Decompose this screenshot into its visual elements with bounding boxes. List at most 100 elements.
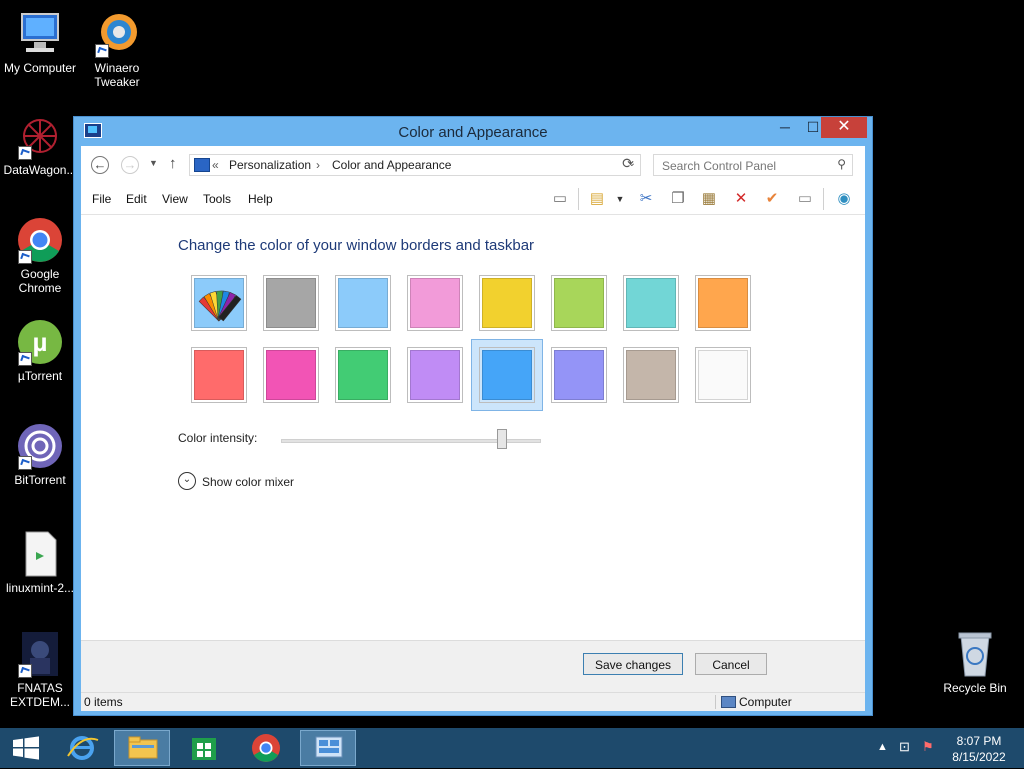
color-swatch[interactable]	[335, 347, 391, 403]
delete-icon[interactable]: ✕	[730, 188, 752, 210]
color-swatch[interactable]	[335, 275, 391, 331]
color-intensity-label: Color intensity:	[178, 431, 258, 445]
desktop-icon-datawagon[interactable]: DataWagon...	[0, 112, 80, 177]
swatch-fill	[698, 350, 748, 400]
color-swatch[interactable]	[263, 347, 319, 403]
menu-view[interactable]: View	[162, 192, 188, 206]
taskbar-chrome[interactable]	[238, 730, 294, 766]
status-separator	[715, 695, 716, 709]
window-titlebar[interactable]: Color and Appearance ─ ☐ ✕	[74, 117, 872, 146]
desktop-icon-label: µTorrent	[17, 369, 63, 383]
swatch-fill	[410, 350, 460, 400]
status-bar: 0 items Computer	[81, 692, 865, 711]
color-swatch[interactable]	[479, 347, 535, 403]
cut-icon[interactable]: ✂	[635, 188, 657, 210]
taskbar-store[interactable]	[176, 730, 232, 766]
swatch-fill	[554, 278, 604, 328]
desktop-icon-google-chrome[interactable]: Google Chrome	[0, 216, 80, 295]
bittorrent-icon	[16, 422, 64, 470]
search-input[interactable]	[660, 156, 834, 176]
desktop-icon-winaero-tweaker[interactable]: Winaero Tweaker	[77, 10, 157, 89]
search-icon[interactable]: ⚲	[837, 157, 846, 171]
search-box: ⚲	[653, 154, 853, 176]
shell-icon[interactable]: ◉	[833, 188, 855, 210]
layout-icon[interactable]: ▭	[549, 188, 571, 210]
breadcrumb[interactable]: « Personalization › Color and Appearance…	[189, 154, 641, 176]
breadcrumb-overflow[interactable]: «	[212, 158, 219, 172]
paste-icon[interactable]: ▦	[698, 188, 720, 210]
desktop-icon-linuxmint[interactable]: linuxmint-2...	[0, 530, 80, 595]
control-panel-icon	[194, 158, 210, 172]
slider-thumb[interactable]	[497, 429, 507, 449]
cancel-button[interactable]: Cancel	[695, 653, 767, 675]
network-icon[interactable]: ⊡	[899, 739, 910, 755]
window-body: ← → ▼ ↑ « Personalization › Color and Ap…	[81, 146, 865, 711]
color-swatch[interactable]	[695, 347, 751, 403]
color-swatch[interactable]	[191, 347, 247, 403]
menu-tools[interactable]: Tools	[203, 192, 231, 206]
fnatas-icon	[16, 630, 64, 678]
color-swatch[interactable]	[695, 275, 751, 331]
content-area: Change the color of your window borders …	[81, 215, 865, 640]
color-swatch-automatic[interactable]	[191, 275, 247, 331]
chevron-down-icon[interactable]: ⌄	[178, 472, 196, 490]
desktop-icon-bittorrent[interactable]: BitTorrent	[0, 422, 80, 487]
back-button[interactable]: ←	[91, 156, 109, 174]
color-swatch[interactable]	[407, 347, 463, 403]
show-color-mixer-link[interactable]: Show color mixer	[202, 475, 294, 489]
folder-icon[interactable]: ▤	[586, 188, 608, 210]
desktop-icon-utorrent[interactable]: µ µTorrent	[0, 318, 80, 383]
show-hidden-icons-button[interactable]: ▲	[877, 741, 888, 753]
menu-edit[interactable]: Edit	[126, 192, 147, 206]
swatch-fill	[266, 350, 316, 400]
computer-icon	[16, 10, 64, 58]
breadcrumb-separator[interactable]: ›	[316, 158, 320, 172]
color-swatch[interactable]	[623, 347, 679, 403]
refresh-button[interactable]: ⟳	[617, 155, 639, 175]
chevron-down-icon[interactable]: ▼	[609, 188, 631, 210]
color-swatch[interactable]	[479, 275, 535, 331]
menu-bar: File Edit View Tools Help ▭ ▤ ▼ ✂ ❐ ▦ ✕ …	[81, 184, 865, 215]
taskbar: ▲ ⊡ ⚑ 8:07 PM 8/15/2022	[0, 728, 1024, 768]
swatch-fill	[554, 350, 604, 400]
breadcrumb-personalization[interactable]: Personalization	[229, 158, 311, 172]
desktop-icon-my-computer[interactable]: My Computer	[0, 10, 80, 75]
clock-time: 8:07 PM	[956, 734, 1002, 748]
taskbar-control-panel[interactable]	[300, 730, 356, 766]
check-icon[interactable]: ✔	[761, 188, 783, 210]
toolbar-separator	[823, 188, 824, 210]
minimize-button[interactable]: ─	[771, 117, 799, 138]
save-changes-button[interactable]: Save changes	[583, 653, 683, 675]
color-swatch[interactable]	[263, 275, 319, 331]
menu-file[interactable]: File	[92, 192, 111, 206]
taskbar-clock[interactable]: 8:07 PM 8/15/2022	[944, 733, 1014, 765]
breadcrumb-color-and-appearance[interactable]: Color and Appearance	[332, 158, 451, 172]
desktop-icon-label: FNATAS EXTDEM...	[9, 681, 70, 709]
toolbar-separator	[578, 188, 579, 210]
page-title: Change the color of your window borders …	[178, 237, 535, 254]
status-location: Computer	[739, 695, 792, 709]
start-button[interactable]	[2, 730, 58, 766]
desktop-icon-recycle-bin[interactable]: Recycle Bin	[935, 630, 1015, 695]
swatch-fill	[266, 278, 316, 328]
forward-button[interactable]: →	[121, 156, 139, 174]
color-swatch[interactable]	[407, 275, 463, 331]
shortcut-arrow-icon	[18, 456, 32, 470]
color-swatch[interactable]	[551, 347, 607, 403]
winaero-icon	[93, 10, 141, 58]
taskbar-internet-explorer[interactable]	[54, 730, 110, 766]
swatch-fill	[626, 278, 676, 328]
recent-locations-button[interactable]: ▼	[149, 158, 158, 168]
file-icon	[16, 530, 64, 578]
properties-icon[interactable]: ▭	[794, 188, 816, 210]
up-button[interactable]: ↑	[169, 155, 177, 172]
action-center-icon[interactable]: ⚑	[922, 739, 934, 755]
close-button[interactable]: ✕	[821, 117, 867, 138]
menu-help[interactable]: Help	[248, 192, 273, 206]
shortcut-arrow-icon	[18, 352, 32, 366]
color-swatch[interactable]	[623, 275, 679, 331]
taskbar-file-explorer[interactable]	[114, 730, 170, 766]
desktop-icon-fnatas[interactable]: FNATAS EXTDEM...	[0, 630, 80, 709]
color-swatch[interactable]	[551, 275, 607, 331]
copy-icon[interactable]: ❐	[667, 188, 689, 210]
